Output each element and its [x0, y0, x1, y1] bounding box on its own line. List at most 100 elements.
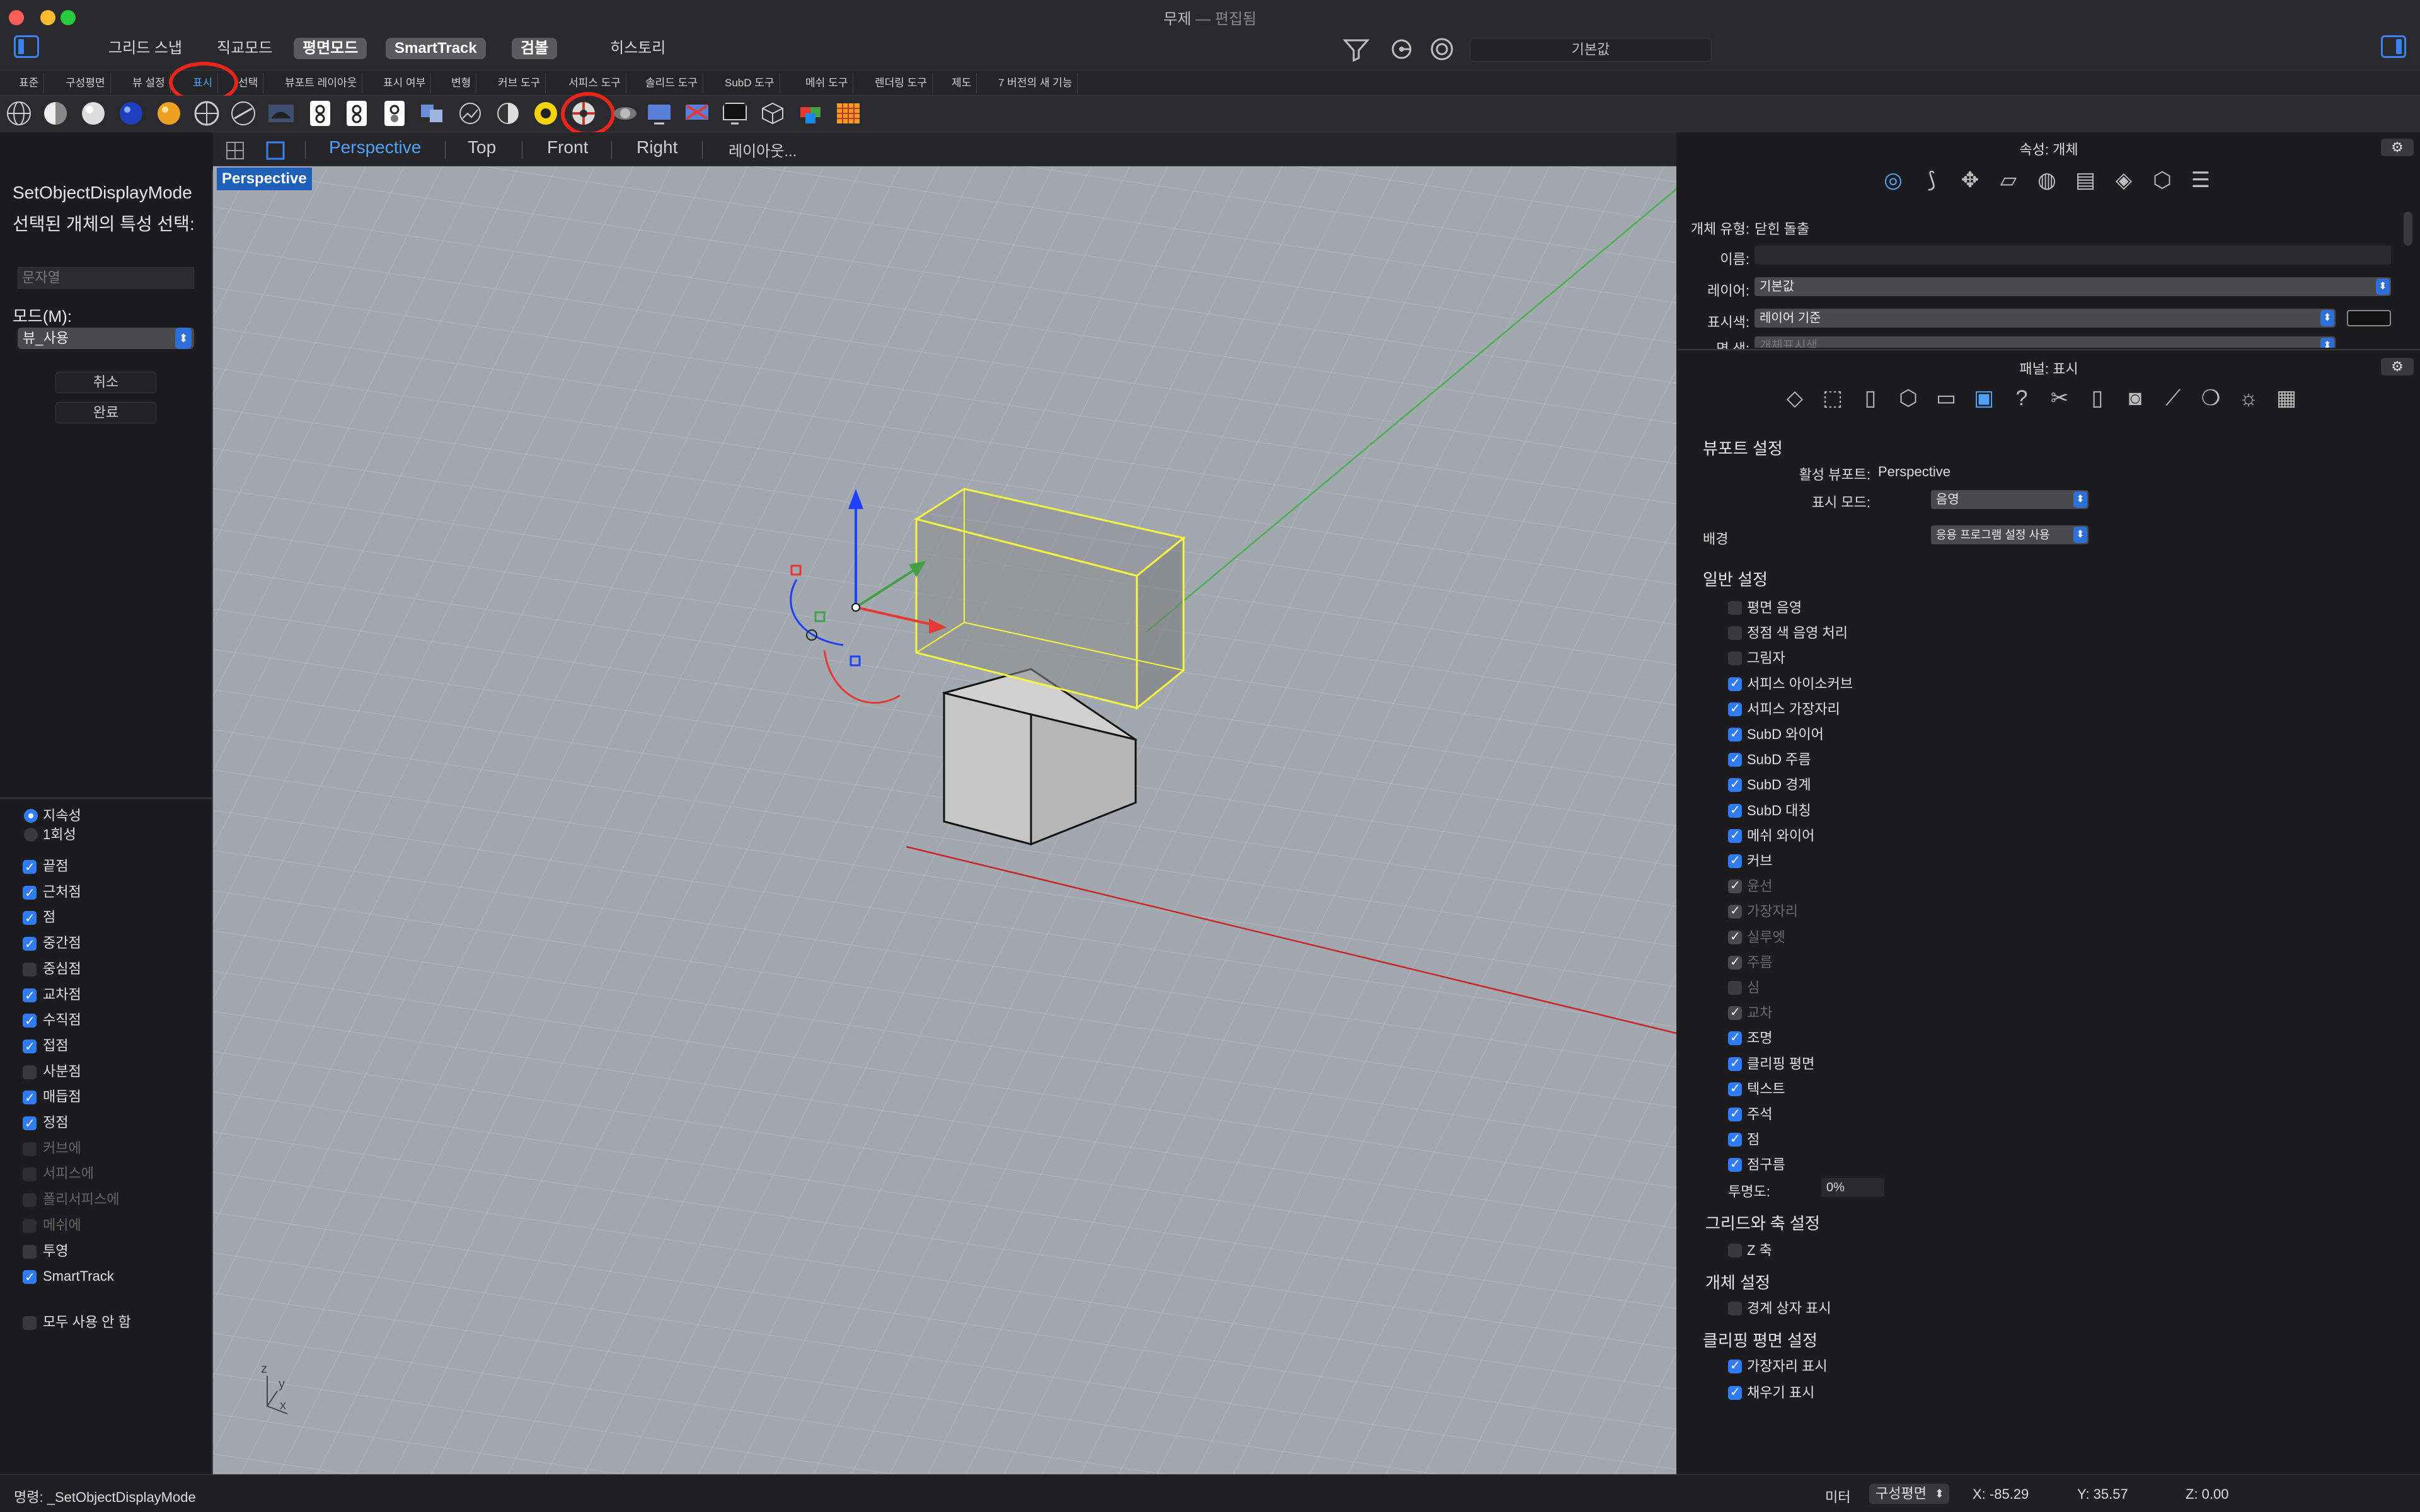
checkbox-box[interactable]: [23, 858, 37, 877]
tab-front[interactable]: Front: [547, 137, 588, 158]
curve-tool-icon[interactable]: ⟋: [2159, 384, 2187, 412]
rendered-icon[interactable]: [79, 100, 107, 127]
mode-select[interactable]: 뷰_사용: [18, 328, 194, 349]
checkbox-box[interactable]: [1728, 675, 1742, 691]
checkbox-box[interactable]: [1728, 1029, 1742, 1046]
checkbox-box[interactable]: [1728, 651, 1742, 666]
filter-icon[interactable]: [1342, 37, 1370, 62]
object-properties-icon[interactable]: ◎: [1879, 166, 1907, 194]
face-color-row[interactable]: 개체표시색: [1754, 336, 2391, 348]
checkbox-box[interactable]: [23, 1167, 37, 1182]
mesh-display-icon[interactable]: [532, 100, 560, 127]
face-color-select[interactable]: 개체표시색: [1754, 336, 2336, 348]
checkbox-box[interactable]: [1728, 852, 1742, 868]
tab-transform[interactable]: 변형: [446, 73, 477, 93]
gumball-toggle[interactable]: 검볼: [512, 38, 558, 59]
checkbox-box[interactable]: [1728, 776, 1742, 793]
sidebar-left-icon[interactable]: [14, 35, 39, 58]
cancel-button[interactable]: 취소: [55, 372, 156, 393]
checkbox-box[interactable]: [1728, 827, 1742, 843]
checkbox-box[interactable]: [1728, 1244, 1742, 1257]
page-icon[interactable]: ▯: [1857, 384, 1884, 412]
tab-perspective[interactable]: Perspective: [329, 137, 421, 158]
perspective-viewport[interactable]: Perspective z x y: [213, 166, 1676, 1474]
tab-visibility[interactable]: 표시 여부: [378, 73, 432, 93]
arctic-icon[interactable]: [306, 100, 334, 127]
checkbox-box[interactable]: [1728, 1106, 1742, 1121]
tab-viewport-layout[interactable]: 뷰포트 레이아웃: [280, 73, 363, 93]
checkbox-box[interactable]: [23, 987, 37, 1005]
curve-icon[interactable]: ⟆: [1918, 166, 1945, 194]
string-input[interactable]: 문자열: [18, 267, 194, 289]
single-view-icon[interactable]: [266, 141, 285, 160]
properties-gear-icon[interactable]: ⚙: [2381, 139, 2414, 156]
checkbox-box[interactable]: [23, 1065, 37, 1079]
tab-cplane[interactable]: 구성평면: [60, 73, 111, 93]
tab-layout[interactable]: 레이아웃...: [729, 139, 797, 161]
units-label[interactable]: 미터: [1825, 1486, 1850, 1506]
checkbox-box[interactable]: [23, 1315, 37, 1330]
checkbox-box[interactable]: [23, 1218, 37, 1233]
box-mapping-icon[interactable]: ⬡: [2148, 166, 2176, 194]
tab-new-in-v7[interactable]: 7 버전의 새 기능: [993, 73, 1078, 93]
layers-icon[interactable]: ◇: [1781, 384, 1809, 412]
tab-solid-tools[interactable]: 솔리드 도구: [640, 73, 703, 93]
stack-icon[interactable]: ☰: [2187, 166, 2215, 194]
ghosted-icon[interactable]: [117, 100, 145, 127]
checkbox-box[interactable]: [1728, 1358, 1742, 1373]
checkbox-box[interactable]: [23, 1268, 37, 1287]
screen-icon[interactable]: [645, 100, 673, 127]
display-color-select[interactable]: 레이어 기준: [1754, 309, 2336, 328]
once-radio[interactable]: [24, 828, 38, 842]
checkbox-box[interactable]: [1728, 1080, 1742, 1096]
checkbox-box[interactable]: [1728, 878, 1742, 894]
tools-icon[interactable]: ✂: [2046, 384, 2073, 412]
tab-drafting[interactable]: 제도: [947, 73, 977, 93]
target-icon[interactable]: [1428, 37, 1456, 62]
pen-icon[interactable]: [267, 100, 295, 127]
checkbox-box[interactable]: [23, 1038, 37, 1057]
grid-icon[interactable]: ▦: [2273, 384, 2300, 412]
checkbox-box[interactable]: [23, 1142, 37, 1156]
toggle-display-icon[interactable]: [611, 100, 639, 127]
tab-subd-tools[interactable]: SubD 도구: [720, 73, 780, 93]
shaded-icon[interactable]: [42, 100, 69, 127]
checkbox-box[interactable]: [1728, 903, 1742, 919]
xray-icon[interactable]: [155, 100, 183, 127]
box-view-icon[interactable]: [683, 100, 711, 127]
checkbox-box[interactable]: [1728, 1302, 1742, 1315]
checkbox-box[interactable]: [23, 1244, 37, 1259]
checkbox-box[interactable]: [1728, 981, 1742, 995]
tab-surface-tools[interactable]: 서피스 도구: [563, 73, 626, 93]
viewport-canvas[interactable]: [213, 166, 1676, 1474]
objects-icon[interactable]: ⬚: [1819, 384, 1847, 412]
background-icon[interactable]: [494, 100, 522, 127]
checkbox-box[interactable]: [1728, 1004, 1742, 1021]
checkbox-box[interactable]: [1728, 1156, 1742, 1172]
checkbox-box[interactable]: [1728, 726, 1742, 742]
checkbox-box[interactable]: [23, 935, 37, 954]
osnap-icon[interactable]: [1388, 37, 1415, 62]
grid-snap-toggle[interactable]: 그리드 스냅: [100, 38, 191, 59]
layer-select[interactable]: 기본값: [1754, 277, 2391, 296]
wireframe-icon[interactable]: [5, 100, 33, 127]
display-panel-gear-icon[interactable]: ⚙: [2381, 358, 2414, 375]
technical-icon[interactable]: [193, 100, 221, 127]
checkbox-box[interactable]: [1728, 954, 1742, 970]
checkbox-box[interactable]: [23, 1012, 37, 1031]
checkbox-box[interactable]: [23, 909, 37, 928]
checkbox-box[interactable]: [23, 1114, 37, 1133]
checkbox-box[interactable]: [1728, 1131, 1742, 1147]
note-icon[interactable]: ▱: [1995, 166, 2022, 194]
smarttrack-toggle[interactable]: SmartTrack: [386, 38, 486, 59]
checkbox-box[interactable]: [23, 1193, 37, 1208]
display-mode-icon[interactable]: [418, 100, 446, 127]
display-icon[interactable]: ▣: [1970, 384, 1998, 412]
properties-scrollbar[interactable]: [2404, 212, 2412, 246]
cube-icon[interactable]: ⬡: [1894, 384, 1922, 412]
tab-top[interactable]: Top: [468, 137, 496, 158]
checkbox-box[interactable]: [1728, 802, 1742, 818]
sidebar-right-icon[interactable]: [2381, 35, 2406, 58]
named-cplane-icon[interactable]: ▭: [1932, 384, 1960, 412]
viewport-name-label[interactable]: Perspective: [217, 168, 312, 190]
